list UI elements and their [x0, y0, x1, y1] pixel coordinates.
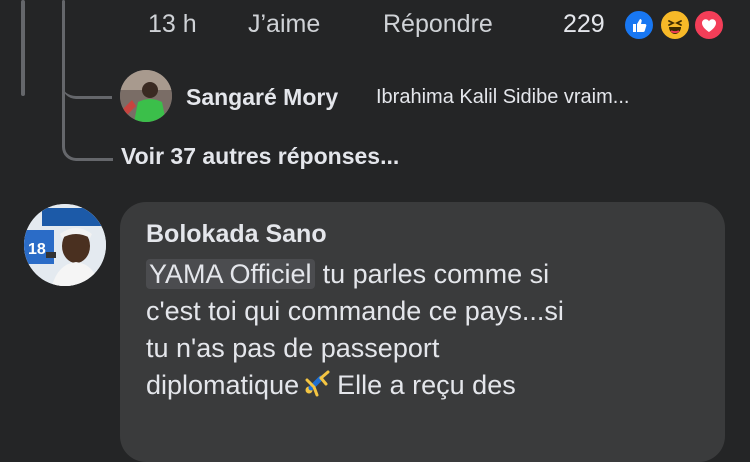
- love-icon[interactable]: [693, 9, 725, 41]
- avatar-badge: 18: [28, 241, 46, 258]
- more-replies-connector: [62, 120, 113, 161]
- comment-line: diplomatique: [146, 370, 300, 400]
- comment-line: tu parles comme si: [322, 259, 550, 289]
- reply-preview-text[interactable]: Ibrahima Kalil Sidibe vraim...: [376, 86, 629, 109]
- comment-line: c'est toi qui commande ce pays...si: [146, 296, 564, 326]
- thread-line-outer: [21, 0, 25, 96]
- comment-text: YAMA Officiel tu parles comme si c'est to…: [146, 256, 706, 408]
- comment-author-name[interactable]: Bolokada Sano: [146, 220, 327, 249]
- reply-author-name[interactable]: Sangaré Mory: [186, 84, 338, 111]
- comment-line: tu n'as pas de passeport: [146, 333, 440, 363]
- comment-timestamp: 13 h: [148, 10, 197, 38]
- avatar[interactable]: 18: [24, 204, 106, 286]
- like-icon[interactable]: [623, 9, 655, 41]
- like-link[interactable]: J’aime: [248, 10, 320, 39]
- cartwheel-emoji-icon: [301, 368, 331, 408]
- reply-link[interactable]: Répondre: [383, 10, 493, 39]
- reply-connector: [62, 52, 112, 99]
- haha-icon[interactable]: [659, 9, 691, 41]
- avatar[interactable]: [120, 70, 172, 122]
- view-more-replies-link[interactable]: Voir 37 autres réponses...: [121, 143, 399, 170]
- reaction-count[interactable]: 229: [563, 10, 605, 39]
- mention-tag[interactable]: YAMA Officiel: [146, 259, 315, 289]
- comment-line: Elle a reçu des: [337, 370, 516, 400]
